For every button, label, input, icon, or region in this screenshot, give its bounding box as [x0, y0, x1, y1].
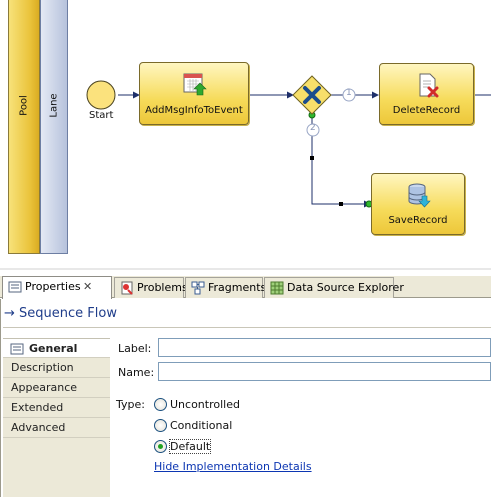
sidebar-tab-label: Description — [11, 361, 74, 374]
data-source-explorer-icon — [270, 281, 284, 295]
radio-conditional-label: Conditional — [170, 419, 233, 432]
tab-label: Data Source Explorer — [287, 281, 404, 294]
name-field-label: Name: — [118, 366, 155, 379]
general-tab-icon — [10, 343, 24, 355]
sidebar-tab-extended[interactable]: Extended — [3, 398, 110, 418]
tab-properties[interactable]: Properties ✕ — [2, 276, 112, 299]
flow-number-2: 2 — [310, 123, 316, 133]
task-save-record[interactable]: SaveRecord — [371, 173, 465, 235]
sidebar-tab-label: Advanced — [11, 421, 66, 434]
delete-document-icon — [419, 73, 438, 98]
radio-default-label: Default — [168, 439, 212, 454]
radio-uncontrolled-label: Uncontrolled — [170, 398, 240, 411]
sidebar-tab-appearance[interactable]: Appearance — [3, 378, 110, 398]
task-delete-record[interactable]: DeleteRecord — [379, 63, 474, 125]
start-event-circle — [86, 80, 116, 110]
tab-problems[interactable]: Problems — [114, 277, 188, 298]
properties-icon — [8, 281, 22, 293]
close-icon[interactable]: ✕ — [83, 277, 92, 297]
database-save-icon — [408, 183, 431, 208]
tab-label: Problems — [137, 281, 188, 294]
fragments-icon — [191, 281, 205, 295]
view-tab-bar: Properties ✕ Problems Fragments Data Sou… — [0, 276, 491, 299]
sidebar-tab-label: Extended — [11, 401, 64, 414]
sidebar-tab-description[interactable]: Description — [3, 358, 110, 378]
radio-conditional[interactable] — [154, 419, 167, 432]
task-add-msg-info-to-event[interactable]: AddMsgInfoToEvent — [139, 62, 249, 125]
task-label: SaveRecord — [388, 215, 448, 226]
radio-uncontrolled[interactable] — [154, 398, 167, 411]
hide-implementation-details-link[interactable]: Hide Implementation Details — [154, 460, 312, 473]
label-field-label: Label: — [118, 342, 152, 355]
label-input[interactable] — [158, 338, 491, 357]
flow-gateway-to-save-selected — [311, 116, 371, 208]
calendar-task-icon — [183, 73, 207, 96]
arrow-right-icon: → — [4, 306, 15, 321]
radio-default[interactable] — [154, 440, 167, 453]
flow-number-1: 1 — [346, 88, 352, 98]
sidebar-tab-advanced[interactable]: Advanced — [3, 418, 110, 438]
problems-icon — [121, 281, 133, 295]
tab-data-source-explorer[interactable]: Data Source Explorer — [264, 277, 404, 298]
panel-title: → Sequence Flow — [4, 306, 117, 321]
sidebar-tab-general[interactable]: General — [3, 338, 110, 358]
tab-label: Properties — [25, 280, 81, 293]
start-event-label: Start — [89, 110, 114, 121]
canvas-divider — [0, 268, 491, 270]
selection-handle-bend — [339, 202, 343, 206]
process-diagram-canvas[interactable]: Pool Lane 1 2 Start AddMsgInfoToEvent De… — [0, 0, 491, 272]
selection-handle-mid — [310, 156, 314, 160]
panel-title-text: Sequence Flow — [19, 306, 117, 321]
sidebar-tab-label: Appearance — [11, 381, 78, 394]
sidebar-tab-label: General — [29, 342, 78, 355]
task-label: AddMsgInfoToEvent — [145, 105, 243, 116]
tab-label: Fragments — [208, 281, 267, 294]
task-label: DeleteRecord — [392, 105, 461, 116]
type-label: Type: — [116, 398, 145, 411]
name-input[interactable] — [158, 362, 491, 381]
tab-fragments[interactable]: Fragments — [185, 277, 267, 298]
title-divider — [3, 327, 491, 328]
properties-sidebar: General Description Appearance Extended … — [3, 338, 110, 497]
